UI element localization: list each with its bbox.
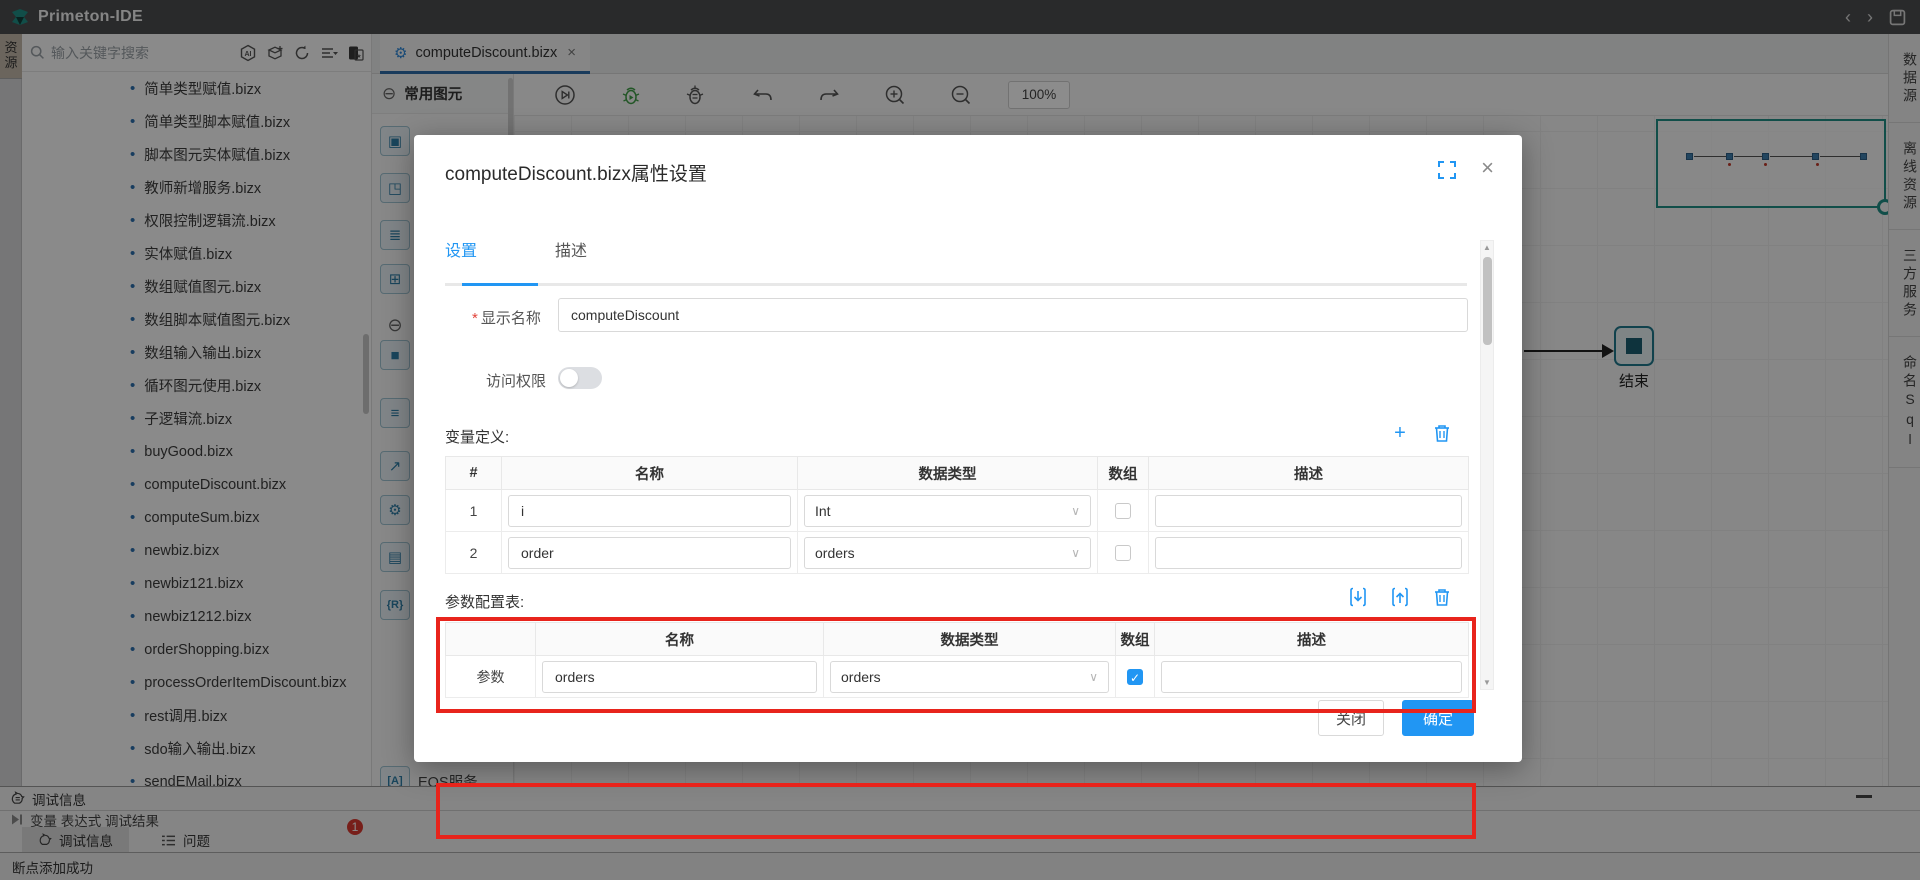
col-header-index: # [446,457,502,490]
dialog-title: computeDiscount.bizx属性设置 [445,159,707,186]
chevron-down-icon: ∨ [1089,670,1098,684]
dialog-tab-settings[interactable]: 设置 [445,237,477,275]
col-header-name: 名称 [502,457,798,490]
param-row-1: 参数 orders∨ ✓ [446,656,1469,698]
variable-name-input[interactable] [508,537,791,569]
variable-array-checkbox[interactable] [1115,503,1131,519]
param-type-select[interactable]: orders∨ [830,661,1109,693]
variable-desc-input[interactable] [1155,495,1462,527]
row-index: 2 [446,532,502,574]
variable-type-select[interactable]: orders∨ [804,537,1091,569]
delete-param-icon[interactable] [1432,587,1452,607]
dialog-scrollbar[interactable]: ▲ ▼ [1480,240,1494,690]
confirm-button[interactable]: 确定 [1402,700,1474,736]
row-index: 1 [446,490,502,532]
variable-row-1: 1 Int∨ [446,490,1469,532]
col-header-desc: 描述 [1155,623,1469,656]
params-section-label: 参数配置表: [445,591,524,612]
param-array-checkbox[interactable]: ✓ [1127,669,1143,685]
properties-dialog: computeDiscount.bizx属性设置 × 设置 描述 *显示名称 访… [414,135,1522,762]
row-index: 参数 [446,656,536,698]
variable-name-input[interactable] [508,495,791,527]
variable-type-select[interactable]: Int∨ [804,495,1091,527]
col-header-blank [446,623,536,656]
variable-row-2: 2 orders∨ [446,532,1469,574]
col-header-array: 数组 [1098,457,1149,490]
chevron-down-icon: ∨ [1071,546,1080,560]
col-header-name: 名称 [536,623,824,656]
scrollbar-thumb[interactable] [1483,257,1492,345]
params-table: 名称 数据类型 数组 描述 参数 orders∨ ✓ [445,622,1469,698]
variables-table: # 名称 数据类型 数组 描述 1 Int∨ 2 orders∨ [445,456,1469,574]
param-name-input[interactable] [542,661,817,693]
import-params-icon[interactable] [1348,587,1368,607]
col-header-array: 数组 [1116,623,1155,656]
dialog-tab-description[interactable]: 描述 [555,237,587,275]
display-name-input[interactable] [558,298,1468,332]
add-variable-icon[interactable]: + [1390,423,1410,443]
required-asterisk: * [472,310,478,327]
export-params-icon[interactable] [1390,587,1410,607]
close-dialog-icon[interactable]: × [1481,155,1494,181]
scroll-down-icon[interactable]: ▼ [1481,678,1493,687]
col-header-desc: 描述 [1149,457,1469,490]
col-header-type: 数据类型 [798,457,1098,490]
variables-section-label: 变量定义: [445,426,509,447]
delete-variable-icon[interactable] [1432,423,1452,443]
display-name-label: *显示名称 [472,307,541,328]
scroll-up-icon[interactable]: ▲ [1481,243,1493,252]
close-button[interactable]: 关闭 [1318,700,1384,736]
variable-desc-input[interactable] [1155,537,1462,569]
col-header-type: 数据类型 [824,623,1116,656]
variable-array-checkbox[interactable] [1115,545,1131,561]
access-permission-label: 访问权限 [486,370,546,391]
access-permission-toggle[interactable] [558,367,602,389]
fullscreen-icon[interactable] [1438,161,1456,179]
application-window: Primeton-IDE ‹ › 资源 AI [0,0,1920,880]
chevron-down-icon: ∨ [1071,504,1080,518]
param-desc-input[interactable] [1161,661,1462,693]
